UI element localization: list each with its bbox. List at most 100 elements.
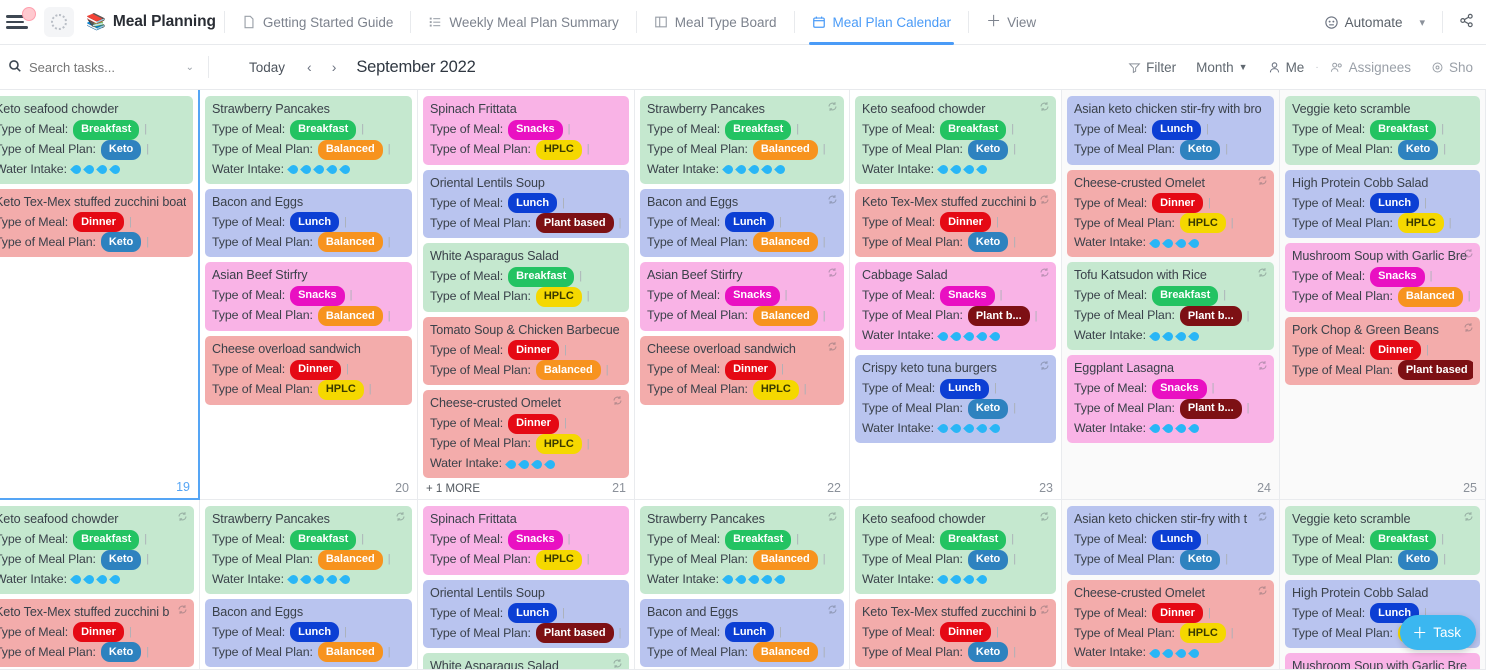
water-drop-icon: [763, 573, 772, 585]
search-filter-chevron-down-icon[interactable]: ⌄: [186, 62, 200, 73]
calendar-event-card[interactable]: Bacon and Eggs Type of Meal: Lunch | Type of…: [640, 188, 844, 258]
tab-getting-started-guide[interactable]: Getting Started Guide: [233, 0, 403, 45]
filter-button[interactable]: Filter: [1119, 55, 1185, 80]
event-water-intake-row: Water Intake:: [862, 160, 1049, 179]
calendar-event-card[interactable]: Strawberry Pancakes Type of Meal: Breakfas…: [205, 506, 412, 594]
recurring-task-icon: [828, 342, 837, 351]
calendar-event-card[interactable]: Veggie keto scramble Type of Meal: Breakfa…: [1285, 96, 1480, 165]
calendar-day-cell[interactable]: Strawberry Pancakes Type of Meal: Breakfas…: [635, 90, 850, 500]
event-water-intake-row: Water Intake:: [647, 570, 837, 589]
calendar-event-card[interactable]: Keto Tex-Mex stuffed zucchini b Type of M…: [855, 188, 1056, 258]
calendar-event-card[interactable]: Asian keto chicken stir-fry with t Type o…: [1067, 506, 1274, 575]
assignees-filter-button[interactable]: Assignees: [1321, 55, 1420, 80]
calendar-event-card[interactable]: High Protein Cobb Salad Type of Meal: Lunc…: [1285, 169, 1480, 239]
search-input[interactable]: [29, 59, 159, 75]
event-meal-plan-row: Type of Meal Plan: Balanced |: [647, 306, 837, 327]
calendar-event-card[interactable]: Bacon and Eggs Type of Meal: Lunch | Type of…: [205, 598, 412, 668]
calendar-event-card[interactable]: Strawberry Pancakes Type of Meal: Breakfas…: [640, 96, 844, 184]
show-button[interactable]: Sho: [1422, 55, 1482, 80]
water-intake-label: Water Intake:: [1074, 235, 1146, 250]
calendar-event-card[interactable]: Strawberry Pancakes Type of Meal: Breakfas…: [640, 506, 844, 594]
me-filter-button[interactable]: Me: [1259, 55, 1314, 80]
meal-plan-badge: Plant b...: [1179, 306, 1242, 327]
field-separator: |: [1223, 289, 1227, 302]
calendar-event-card[interactable]: Spinach Frittata Type of Meal: Snacks | Type…: [423, 96, 629, 165]
water-drop-icon: [1177, 647, 1186, 659]
water-drop-icon: [1190, 422, 1199, 434]
calendar-event-card[interactable]: Asian Beef Stirfry Type of Meal: Snacks | Ty…: [640, 262, 844, 332]
calendar-day-cell[interactable]: Strawberry Pancakes Type of Meal: Breakfas…: [635, 500, 850, 670]
calendar-event-card[interactable]: Cheese-crusted Omelet Type of Meal: Dinner…: [423, 390, 629, 479]
calendar-event-card[interactable]: Keto Tex-Mex stuffed zucchini boats Type …: [0, 188, 193, 258]
calendar-day-cell[interactable]: Strawberry Pancakes Type of Meal: Breakfas…: [200, 90, 418, 500]
tab-meal-plan-calendar[interactable]: Meal Plan Calendar: [803, 0, 961, 45]
hamburger-menu-icon[interactable]: [6, 7, 36, 29]
add-task-fab[interactable]: ＋ Task: [1400, 615, 1476, 650]
calendar-event-card[interactable]: Veggie keto scramble Type of Meal: Breakfa…: [1285, 506, 1480, 575]
calendar-day-cell[interactable]: Keto seafood chowder Type of Meal: Breakfa…: [0, 500, 200, 670]
event-title: Oriental Lentils Soup: [430, 175, 545, 190]
calendar-event-card[interactable]: Keto seafood chowder Type of Meal: Breakfa…: [855, 96, 1056, 184]
calendar-event-card[interactable]: Cheese overload sandwich Type of Meal: Din…: [205, 336, 412, 405]
calendar-day-cell[interactable]: Spinach Frittata Type of Meal: Snacks | Type…: [418, 90, 635, 500]
calendar-event-card[interactable]: Bacon and Eggs Type of Meal: Lunch | Type of…: [640, 598, 844, 668]
calendar-event-card[interactable]: Cheese-crusted Omelet Type of Meal: Dinner…: [1067, 579, 1274, 668]
calendar-day-cell[interactable]: Spinach Frittata Type of Meal: Snacks | Type…: [418, 500, 635, 670]
automate-button[interactable]: Automate: [1316, 10, 1411, 35]
calendar-day-cell[interactable]: Keto seafood chowder Type of Meal: Breakfa…: [850, 90, 1062, 500]
calendar-event-card[interactable]: Keto Tex-Mex stuffed zucchini b Type of M…: [855, 598, 1056, 668]
water-drop-icon: [763, 163, 772, 175]
event-meal-plan-row: Type of Meal Plan: Keto |: [1292, 549, 1473, 570]
share-icon[interactable]: [1451, 8, 1482, 36]
calendar-event-card[interactable]: Crispy keto tuna burgers Type of Meal: Lun…: [855, 355, 1056, 444]
calendar-event-card[interactable]: Spinach Frittata Type of Meal: Snacks | Type…: [423, 506, 629, 575]
calendar-event-card[interactable]: Cheese overload sandwich Type of Meal: Din…: [640, 336, 844, 405]
space-header[interactable]: 📚 Meal Planning: [86, 12, 216, 32]
next-month-icon[interactable]: ›: [324, 56, 345, 78]
calendar-event-card[interactable]: Asian keto chicken stir-fry with bro Type…: [1067, 96, 1274, 165]
more-events-link[interactable]: + 1 MORE: [426, 483, 480, 495]
calendar-event-card[interactable]: Pork Chop & Green Beans Type of Meal: Dinn…: [1285, 316, 1480, 386]
previous-month-icon[interactable]: ‹: [299, 56, 320, 78]
event-meal-plan-row: Type of Meal Plan: Keto |: [0, 139, 186, 160]
field-separator: |: [344, 625, 347, 638]
tab-meal-type-board[interactable]: Meal Type Board: [645, 0, 786, 45]
meal-type-badge: Dinner: [1152, 193, 1203, 214]
meal-type-badge: Dinner: [73, 212, 124, 233]
calendar-event-card[interactable]: Mushroom Soup with Garlic BreType of Mea…: [1285, 243, 1480, 312]
chevron-down-icon[interactable]: ▾: [1410, 11, 1434, 34]
calendar-event-card[interactable]: Tomato Soup & Chicken Barbecue Type of Me…: [423, 316, 629, 386]
calendar-event-card[interactable]: Bacon and Eggs Type of Meal: Lunch | Type of…: [205, 188, 412, 258]
calendar-event-card[interactable]: Cheese-crusted Omelet Type of Meal: Dinner…: [1067, 169, 1274, 258]
view-mode-selector[interactable]: Month ▼: [1187, 55, 1256, 80]
tab-add-view[interactable]: ＋ View: [977, 0, 1045, 45]
event-title: Cheese-crusted Omelet: [430, 396, 561, 411]
calendar-day-cell[interactable]: Strawberry Pancakes Type of Meal: Breakfas…: [200, 500, 418, 670]
calendar-event-card[interactable]: Asian Beef Stirfry Type of Meal: Snacks | Ty…: [205, 262, 412, 332]
calendar-event-card[interactable]: White Asparagus SaladType of Meal:Breakf…: [423, 653, 629, 670]
calendar-day-cell[interactable]: Asian keto chicken stir-fry with t Type o…: [1062, 500, 1280, 670]
today-button[interactable]: Today: [239, 56, 295, 79]
calendar-event-card[interactable]: Strawberry Pancakes Type of Meal: Breakfas…: [205, 96, 412, 184]
calendar-event-card[interactable]: Keto Tex-Mex stuffed zucchini b Type of M…: [0, 598, 194, 668]
calendar-event-card[interactable]: Mushroom Soup with Garlic BreType of Mea…: [1285, 653, 1480, 669]
tab-label: Getting Started Guide: [262, 14, 394, 30]
calendar-day-cell[interactable]: Asian keto chicken stir-fry with bro Type…: [1062, 90, 1280, 500]
tab-weekly-meal-plan-summary[interactable]: Weekly Meal Plan Summary: [419, 0, 627, 45]
calendar-event-card[interactable]: Tofu Katsudon with Rice Type of Meal: Brea…: [1067, 262, 1274, 351]
calendar-event-card[interactable]: Cabbage Salad Type of Meal: Snacks | Type of…: [855, 262, 1056, 351]
calendar-day-cell[interactable]: Keto seafood chowder Type of Meal: Breakfa…: [850, 500, 1062, 670]
meal-type-badge: Breakfast: [725, 529, 792, 550]
calendar-event-card[interactable]: Oriental Lentils Soup Type of Meal: Lunch |…: [423, 169, 629, 239]
event-title: White Asparagus Salad: [430, 659, 559, 670]
calendar-event-card[interactable]: Keto seafood chowder Type of Meal: Breakfa…: [0, 96, 193, 184]
calendar-day-cell[interactable]: Veggie keto scramble Type of Meal: Breakfa…: [1280, 90, 1486, 500]
loading-spinner-button[interactable]: [44, 7, 74, 37]
calendar-day-cell[interactable]: Keto seafood chowder Type of Meal: Breakfa…: [0, 90, 200, 500]
calendar-event-card[interactable]: White Asparagus SaladType of Meal:Breakf…: [423, 243, 629, 312]
calendar-event-card[interactable]: Oriental Lentils Soup Type of Meal: Lunch |…: [423, 579, 629, 649]
calendar-event-card[interactable]: Eggplant Lasagna Type of Meal: Snacks | Type…: [1067, 355, 1274, 444]
calendar-event-card[interactable]: Keto seafood chowder Type of Meal: Breakfa…: [0, 506, 194, 594]
meal-type-badge: Breakfast: [73, 119, 140, 140]
calendar-event-card[interactable]: Keto seafood chowder Type of Meal: Breakfa…: [855, 506, 1056, 594]
